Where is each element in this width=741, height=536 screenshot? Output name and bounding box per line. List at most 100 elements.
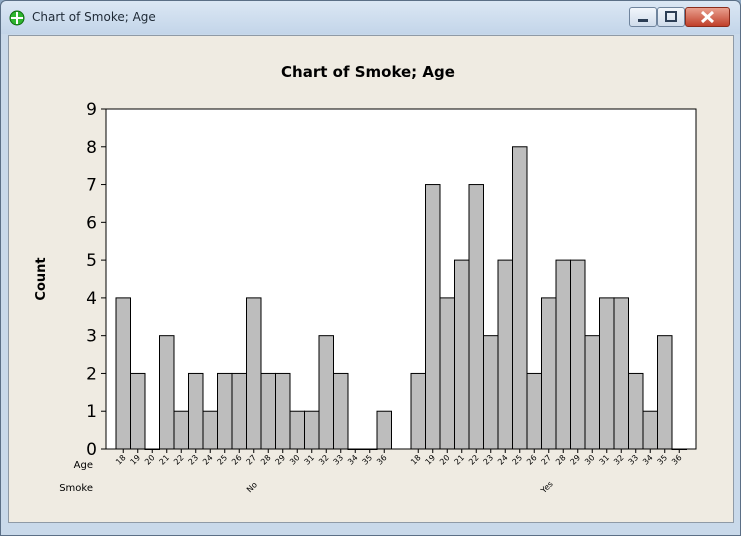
bar: [468, 184, 484, 450]
bar: [555, 259, 571, 450]
bar: [570, 259, 586, 450]
x-tick-label: 32: [612, 453, 626, 467]
bar: [115, 297, 131, 450]
bar: [425, 184, 441, 450]
bar: [439, 297, 455, 450]
chart-window: Chart of Smoke; Age Chart of Smoke; Age …: [0, 0, 741, 536]
bar: [642, 410, 658, 450]
x-tick-label: 32: [317, 453, 331, 467]
x-tick-label: 33: [332, 453, 346, 467]
bar: [541, 297, 557, 450]
chart: Chart of Smoke; Age Count Age Smoke 0123…: [34, 63, 697, 496]
chart-title: Chart of Smoke; Age: [281, 63, 455, 81]
minimize-icon: [638, 19, 648, 22]
x-tick-label: 36: [670, 453, 684, 467]
x-tick-label: 20: [143, 453, 157, 467]
x-tick-label: 19: [424, 453, 438, 467]
bar: [584, 335, 600, 450]
x-tick-label: 25: [216, 453, 230, 467]
bar: [130, 372, 146, 450]
y-tick-label: 2: [86, 364, 97, 384]
x-tick-label: 22: [467, 453, 481, 467]
x-tick-label: 28: [554, 453, 568, 467]
bar: [628, 372, 644, 450]
x-tick-label: 33: [627, 453, 641, 467]
y-tick-label: 8: [86, 138, 97, 158]
x-tick-label: 27: [540, 453, 554, 467]
row-label-smoke: Smoke: [59, 483, 93, 494]
x-tick-label: 28: [259, 453, 273, 467]
bar: [526, 372, 542, 450]
maximize-icon: [665, 11, 677, 22]
bar: [512, 146, 528, 450]
x-tick-label: 35: [656, 453, 670, 467]
bar: [260, 372, 276, 450]
x-tick-label: 24: [496, 453, 510, 467]
bar: [188, 372, 204, 450]
bar: [483, 335, 499, 450]
bar: [613, 297, 629, 450]
chart-area: Chart of Smoke; Age Count Age Smoke 0123…: [8, 35, 734, 523]
group-label: No: [245, 480, 259, 494]
x-tick-label: 31: [598, 453, 612, 467]
x-tick-label: 35: [361, 453, 375, 467]
x-tick-label: 26: [230, 453, 244, 467]
group-label: Yes: [539, 479, 555, 495]
title-bar[interactable]: Chart of Smoke; Age: [1, 1, 740, 34]
bar: [318, 335, 334, 450]
x-tick-label: 23: [482, 453, 496, 467]
bar: [497, 259, 513, 450]
row-label-age: Age: [74, 460, 93, 471]
close-button[interactable]: [685, 7, 730, 27]
x-tick-label: 34: [346, 453, 360, 467]
x-tick-label: 18: [409, 453, 423, 467]
x-tick-label: 25: [511, 453, 525, 467]
x-tick-label: 36: [375, 453, 389, 467]
minimize-button[interactable]: [629, 7, 657, 27]
window-title: Chart of Smoke; Age: [32, 10, 156, 24]
bar: [657, 335, 673, 450]
x-tick-label: 29: [274, 453, 288, 467]
x-tick-label: 21: [453, 453, 467, 467]
x-tick-label: 30: [288, 453, 302, 467]
y-tick-label: 1: [86, 402, 97, 422]
maximize-button[interactable]: [657, 7, 685, 27]
x-tick-label: 21: [158, 453, 172, 467]
x-tick-label: 27: [245, 453, 259, 467]
close-icon: [700, 10, 715, 24]
x-tick-label: 26: [525, 453, 539, 467]
x-tick-label: 31: [303, 453, 317, 467]
y-tick-label: 4: [86, 289, 97, 309]
y-axis-label: Count: [34, 257, 49, 300]
x-tick-label: 18: [114, 453, 128, 467]
y-tick-label: 6: [86, 213, 97, 233]
bar: [333, 372, 349, 450]
bar: [231, 372, 247, 450]
x-tick-label: 29: [569, 453, 583, 467]
x-tick-label: 24: [201, 453, 215, 467]
x-tick-label: 34: [641, 453, 655, 467]
bar: [202, 410, 218, 450]
x-tick-label: 19: [129, 453, 143, 467]
bar: [304, 410, 320, 450]
bar: [289, 410, 305, 450]
x-tick-label: 20: [438, 453, 452, 467]
bar: [454, 259, 470, 450]
minitab-crosshair-icon: [9, 10, 25, 26]
bar: [376, 410, 392, 450]
x-tick-label: 23: [187, 453, 201, 467]
y-tick-label: 5: [86, 251, 97, 271]
bar: [410, 372, 426, 450]
y-tick-label: 3: [86, 327, 97, 347]
y-tick-label: 7: [86, 176, 97, 196]
bar: [275, 372, 291, 450]
bar: [159, 335, 175, 450]
y-tick-label: 9: [86, 100, 97, 120]
x-tick-label: 30: [583, 453, 597, 467]
bar: [599, 297, 615, 450]
bar: [246, 297, 262, 450]
x-tick-label: 22: [172, 453, 186, 467]
bar: [173, 410, 189, 450]
bar: [217, 372, 233, 450]
y-tick-label: 0: [86, 440, 97, 460]
